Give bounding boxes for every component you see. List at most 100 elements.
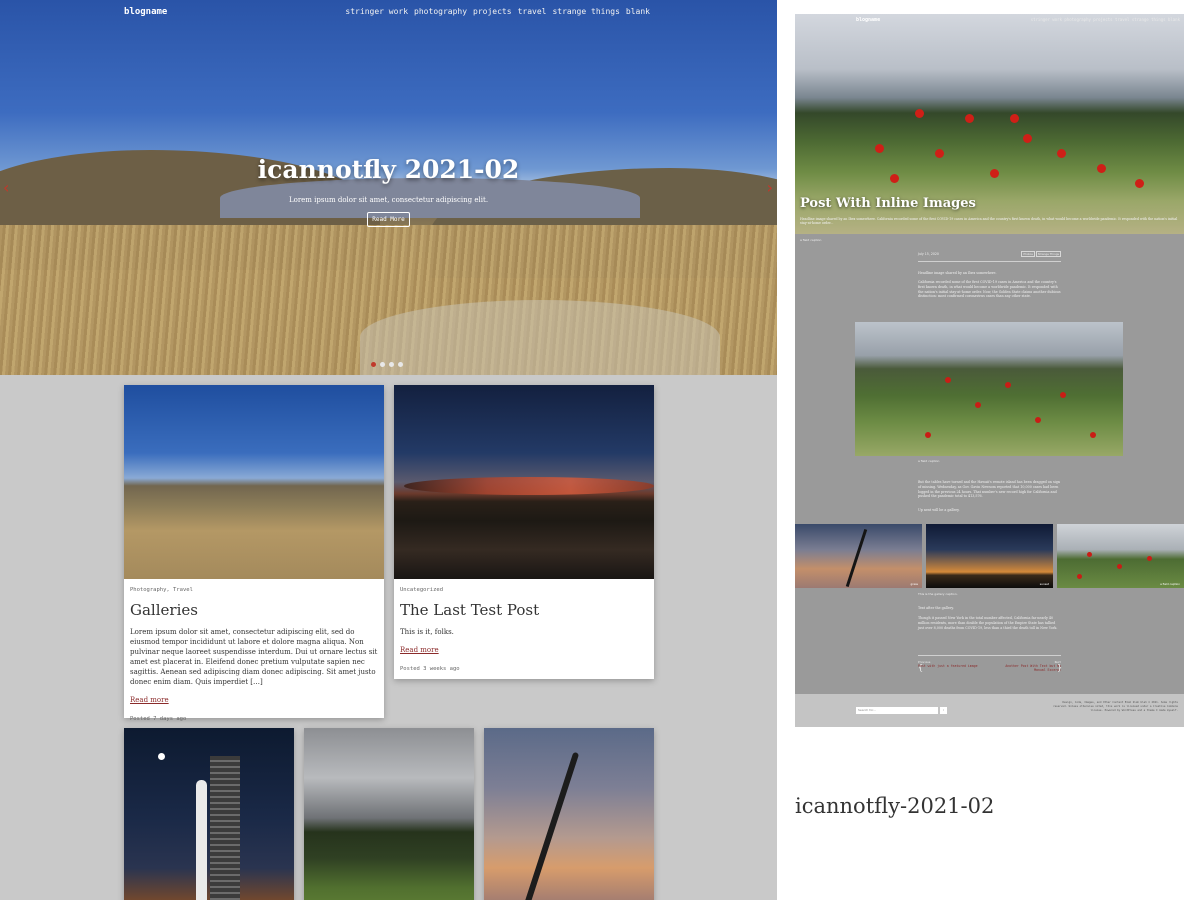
poppy-shape (1087, 552, 1092, 557)
menu-item-strange-things[interactable]: strange things (552, 7, 619, 16)
post-date: Posted 3 weeks ago (400, 666, 460, 672)
poppy-shape (1035, 417, 1041, 423)
post-date: Posted 7 days ago (130, 716, 187, 722)
menu-item-photography[interactable]: photography (414, 7, 467, 16)
thumbnail-fire-glow (404, 477, 654, 495)
carousel-next-arrow-icon[interactable]: › (767, 178, 773, 197)
post-title[interactable]: The Last Test Post (400, 601, 648, 619)
post-paragraph: California recorded some of the first CO… (918, 280, 1061, 299)
carousel-dot-4[interactable] (398, 362, 403, 367)
post-thumbnail[interactable] (124, 728, 294, 900)
grass-stem-shape (514, 751, 580, 900)
hero-carousel: blogname stringer work photography proje… (0, 0, 777, 375)
poppy-shape (935, 149, 944, 158)
gallery-image-caption: a field caption (1160, 582, 1180, 586)
hero-subtitle: Lorem ipsum dolor sit amet, consectetur … (288, 196, 489, 204)
launch-tower-shape (210, 756, 240, 900)
previous-post-link[interactable]: Previous Post with just a featured image (918, 661, 978, 668)
post-paragraph: Though it passed New York in the total n… (918, 616, 1058, 630)
poppy-shape (975, 402, 981, 408)
hero-title: icannotfly 2021-02 (257, 155, 520, 184)
post-card-grass[interactable] (484, 728, 654, 900)
hero-read-more-button[interactable]: Read More (367, 212, 410, 227)
footer-credits: Design, Code, Images, and Other Content … (1053, 701, 1178, 712)
previous-post-title[interactable]: Post with just a featured image (918, 664, 978, 668)
post-paragraph: Text after the gallery. (918, 606, 954, 610)
post-paragraph: But the tables have turned and the Hawai… (918, 480, 1060, 499)
carousel-dot-2[interactable] (380, 362, 385, 367)
post-thumbnail[interactable] (304, 728, 474, 900)
poppy-shape (1005, 382, 1011, 388)
poppy-shape (990, 169, 999, 178)
poppy-shape (1090, 432, 1096, 438)
next-brace-icon: } (1057, 663, 1063, 672)
poppy-shape (945, 377, 951, 383)
post-categories[interactable]: Uncategorized (400, 587, 648, 593)
gallery-caption: This is the gallery caption. (918, 592, 958, 596)
moon-shape (158, 753, 165, 760)
read-more-link[interactable]: Read more (130, 696, 169, 704)
carousel-dot-3[interactable] (389, 362, 394, 367)
gallery-image-field[interactable]: a field caption (1057, 524, 1184, 588)
main-menu: stringer work photography projects trave… (345, 7, 650, 16)
next-post-title[interactable]: Another Post With Text but No Manual Exc… (1005, 664, 1061, 672)
post-excerpt: This is it, folks. (400, 628, 454, 636)
post-card-rocket[interactable] (124, 728, 294, 900)
post-thumbnail[interactable] (124, 385, 384, 579)
rocket-shape (196, 780, 207, 900)
post-paragraph: Headline image shared by an Ibex somewhe… (918, 271, 997, 275)
tag-strange-things[interactable]: Strange Things (1035, 251, 1061, 257)
tag-photos[interactable]: Photos (1021, 251, 1035, 257)
gallery-image-grass[interactable]: grass (795, 524, 922, 588)
carousel-dot-1[interactable] (371, 362, 376, 367)
post-tags: Photos Strange Things (1021, 251, 1061, 257)
search-input[interactable]: Search for... (856, 707, 938, 714)
divider (918, 655, 1061, 656)
preview-post-title: Post With Inline Images (800, 196, 976, 211)
divider (918, 261, 1061, 262)
gallery-image-caption: grass (910, 582, 918, 586)
post-date: July 15, 2020 (918, 252, 939, 256)
hero-image-brush (360, 300, 720, 375)
poppy-shape (1057, 149, 1066, 158)
post-card-last-test-post: Uncategorized The Last Test Post This is… (394, 385, 654, 679)
site-footer: Search for... › Design, Code, Images, an… (795, 694, 1184, 727)
preview-site-brand[interactable]: blogname (856, 17, 880, 23)
poppy-shape (925, 432, 931, 438)
carousel-indicators (371, 362, 403, 367)
poppy-shape (1077, 574, 1082, 579)
menu-item-travel[interactable]: travel (518, 7, 547, 16)
post-page-preview: blogname stringer work photography proje… (795, 14, 1184, 727)
grass-stem-shape (845, 529, 868, 587)
read-more-link[interactable]: Read more (400, 646, 439, 654)
post-categories[interactable]: Photography, Travel (130, 587, 378, 593)
poppy-shape (875, 144, 884, 153)
inline-image[interactable] (855, 322, 1123, 456)
gallery-image-caption: sunset (1039, 582, 1049, 586)
search-submit-icon[interactable]: › (940, 707, 947, 714)
site-brand-link[interactable]: blogname (124, 7, 167, 17)
poppy-shape (1117, 564, 1122, 569)
poppy-shape (1010, 114, 1019, 123)
post-card-galleries: Photography, Travel Galleries Lorem ipsu… (124, 385, 384, 722)
post-thumbnail[interactable] (484, 728, 654, 900)
gallery-image-sunset[interactable]: sunset (926, 524, 1053, 588)
post-title[interactable]: Galleries (130, 601, 378, 619)
post-paragraph: Up next will be a gallery. (918, 508, 960, 512)
poppy-shape (1147, 556, 1152, 561)
image-caption: icannotfly-2021-02 (795, 794, 995, 818)
post-thumbnail[interactable] (394, 385, 654, 579)
post-card-forest[interactable] (304, 728, 474, 900)
poppy-shape (1060, 392, 1066, 398)
poppy-shape (915, 109, 924, 118)
poppy-shape (965, 114, 974, 123)
next-post-link[interactable]: Next Another Post With Text but No Manua… (995, 661, 1061, 672)
menu-item-projects[interactable]: projects (473, 7, 512, 16)
post-excerpt: Lorem ipsum dolor sit amet, consectetur … (130, 628, 378, 686)
preview-main-menu[interactable]: stringer work photography projects trave… (1031, 17, 1180, 22)
poppy-shape (1023, 134, 1032, 143)
homepage-screenshot: blogname stringer work photography proje… (0, 0, 777, 900)
menu-item-stringer-work[interactable]: stringer work (345, 7, 408, 16)
menu-item-blank[interactable]: blank (626, 7, 650, 16)
carousel-prev-arrow-icon[interactable]: ‹ (3, 178, 9, 197)
